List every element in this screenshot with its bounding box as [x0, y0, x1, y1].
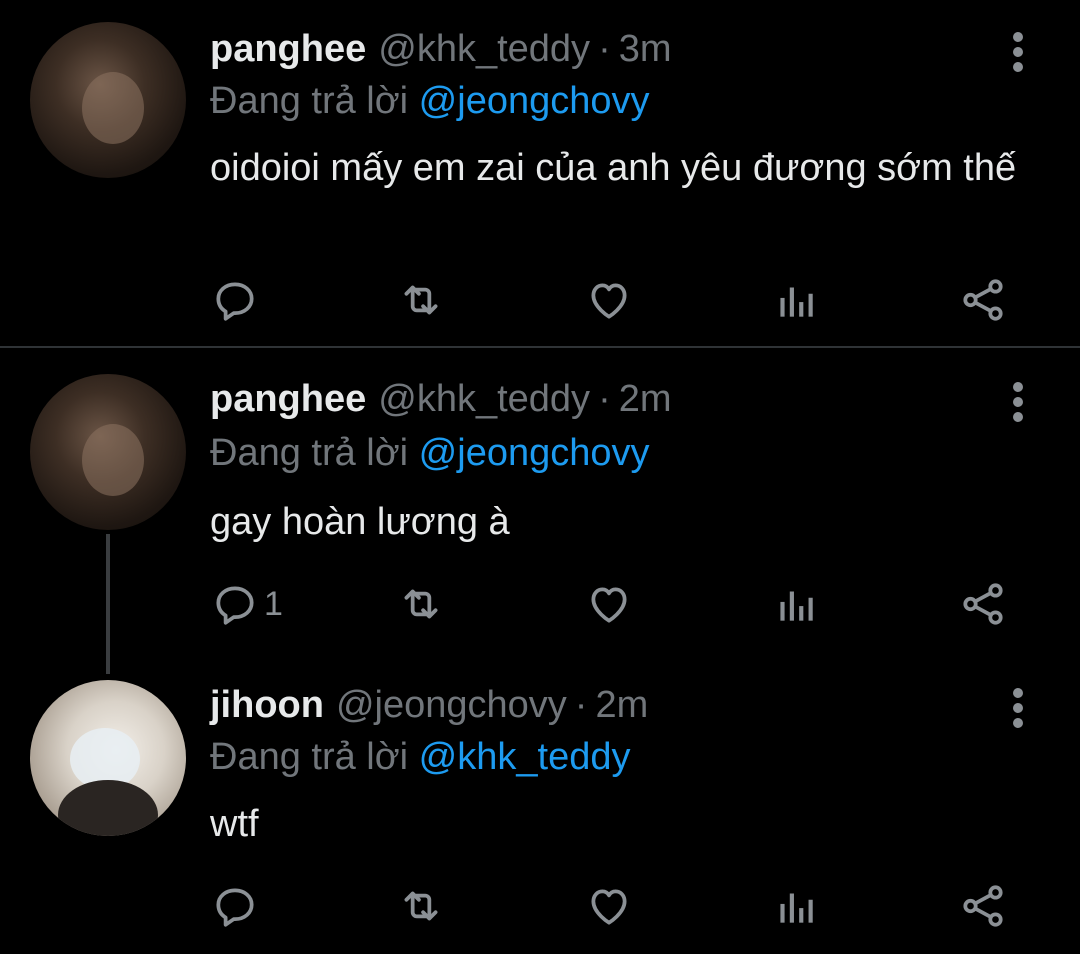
share-icon — [963, 583, 1003, 625]
tweet-header: panghee @khk_teddy · 2m — [210, 378, 672, 434]
more-vertical-icon[interactable] — [1004, 30, 1032, 74]
like-button[interactable] — [584, 876, 634, 936]
analytics-icon — [780, 893, 813, 923]
author-name[interactable]: jihoon — [210, 684, 324, 727]
replying-to-label: Đang trả lời — [210, 736, 409, 778]
like-button[interactable] — [584, 574, 634, 634]
like-button[interactable] — [584, 270, 634, 330]
heart-icon — [591, 889, 627, 925]
replying-to: Đang trả lời @khk_teddy — [210, 736, 630, 779]
replying-to: Đang trả lời @jeongchovy — [210, 80, 650, 123]
tweet-actions — [210, 270, 1030, 330]
tweet-actions: 1 — [210, 574, 1030, 634]
retweet-icon — [404, 285, 438, 315]
share-icon — [963, 885, 1003, 927]
analytics-icon — [780, 591, 813, 621]
reply-icon — [216, 282, 254, 321]
tweet[interactable]: jihoon @jeongchovy · 2m Đang trả lời @kh… — [0, 654, 1080, 954]
tweet[interactable]: panghee @khk_teddy · 3m Đang trả lời @je… — [0, 0, 1080, 346]
reply-button[interactable] — [210, 876, 264, 936]
reply-button[interactable]: 1 — [210, 574, 283, 634]
separator: · — [598, 378, 611, 420]
retweet-button[interactable] — [396, 574, 446, 634]
mention-link[interactable]: @khk_teddy — [419, 736, 631, 778]
avatar[interactable] — [30, 374, 186, 530]
heart-icon — [591, 283, 627, 319]
retweet-icon — [404, 891, 438, 921]
analytics-icon — [780, 287, 813, 317]
avatar[interactable] — [30, 680, 186, 836]
reply-icon — [216, 888, 254, 927]
author-handle[interactable]: @khk_teddy — [378, 378, 590, 421]
tweet-actions — [210, 876, 1030, 936]
more-vertical-icon[interactable] — [1004, 686, 1032, 730]
timestamp[interactable]: 2m — [595, 684, 648, 727]
author-handle[interactable]: @jeongchovy — [336, 684, 567, 727]
analytics-button[interactable] — [770, 574, 820, 634]
replying-to-label: Đang trả lời — [210, 80, 409, 122]
author-handle[interactable]: @khk_teddy — [378, 28, 590, 71]
mention-link[interactable]: @jeongchovy — [419, 432, 650, 474]
retweet-button[interactable] — [396, 270, 446, 330]
timestamp[interactable]: 3m — [619, 28, 672, 71]
avatar[interactable] — [30, 22, 186, 178]
tweet-text: oidoioi mấy em zai của anh yêu đương sớm… — [210, 147, 1017, 189]
analytics-button[interactable] — [770, 876, 820, 936]
retweet-button[interactable] — [396, 876, 446, 936]
reply-icon — [216, 586, 254, 625]
analytics-button[interactable] — [770, 270, 820, 330]
reply-count: 1 — [264, 584, 283, 623]
reply-button[interactable] — [210, 270, 264, 330]
heart-icon — [591, 587, 627, 623]
tweet-text: wtf — [210, 803, 259, 845]
tweet-text: gay hoàn lương à — [210, 501, 510, 543]
more-vertical-icon[interactable] — [1004, 380, 1032, 424]
replying-to-label: Đang trả lời — [210, 432, 409, 474]
share-icon — [963, 279, 1003, 321]
separator: · — [598, 28, 611, 70]
tweet-header: jihoon @jeongchovy · 2m — [210, 684, 648, 740]
separator: · — [574, 684, 588, 726]
tweet[interactable]: panghee @khk_teddy · 2m Đang trả lời @je… — [0, 348, 1080, 648]
share-button[interactable] — [958, 574, 1008, 634]
share-button[interactable] — [958, 876, 1008, 936]
mention-link[interactable]: @jeongchovy — [419, 80, 650, 122]
timestamp[interactable]: 2m — [619, 378, 672, 421]
retweet-icon — [404, 589, 438, 619]
share-button[interactable] — [958, 270, 1008, 330]
author-name[interactable]: panghee — [210, 378, 366, 421]
author-name[interactable]: panghee — [210, 28, 366, 71]
tweet-header: panghee @khk_teddy · 3m — [210, 28, 672, 84]
replying-to: Đang trả lời @jeongchovy — [210, 432, 650, 475]
